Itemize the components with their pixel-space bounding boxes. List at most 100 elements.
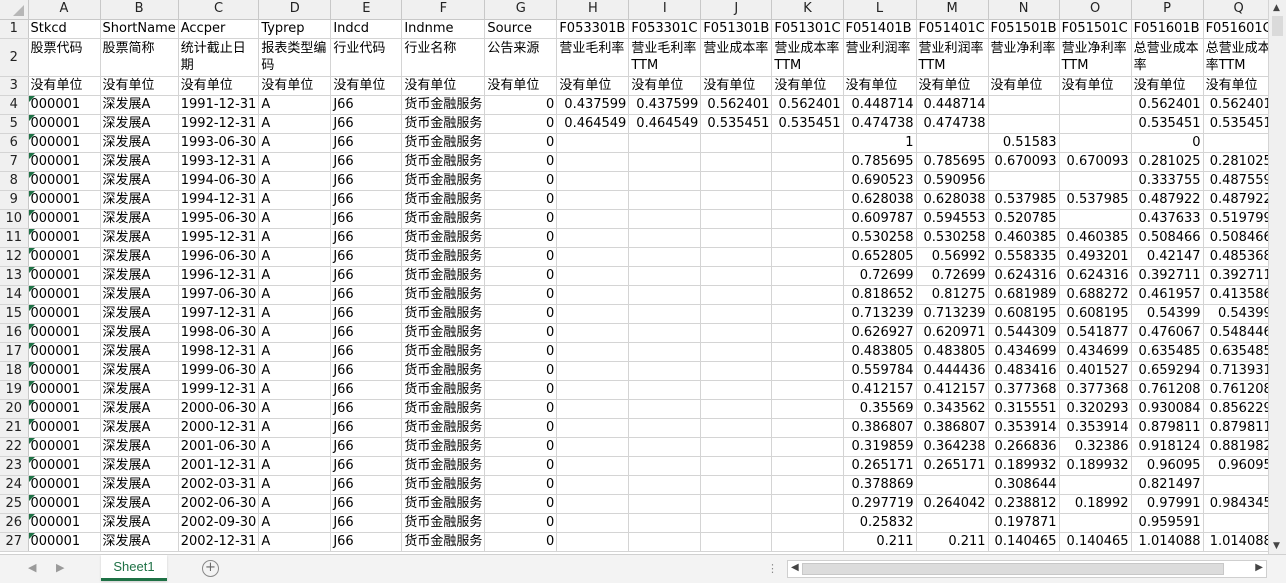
table-cell[interactable]: 货币金融服务 — [401, 323, 486, 343]
row-header[interactable]: 27 — [0, 532, 29, 552]
table-cell[interactable]: 0.189932 — [1059, 456, 1132, 476]
table-cell[interactable]: 0.96095 — [1203, 456, 1275, 476]
table-cell[interactable]: 深发展A — [100, 513, 179, 533]
row-header[interactable]: 25 — [0, 494, 29, 514]
table-cell[interactable]: J66 — [330, 323, 403, 343]
table-cell[interactable] — [628, 152, 702, 172]
table-cell[interactable]: 0.635485 — [1131, 342, 1204, 362]
table-cell[interactable] — [916, 513, 989, 533]
table-cell[interactable] — [556, 380, 630, 400]
table-cell[interactable]: 0.401527 — [1059, 361, 1132, 381]
table-cell[interactable]: 0.483416 — [988, 361, 1060, 381]
table-cell[interactable]: 0 — [484, 114, 558, 134]
table-cell[interactable] — [556, 266, 630, 286]
column-header-G[interactable]: G — [484, 0, 558, 20]
table-cell[interactable]: 000001 — [28, 285, 101, 305]
table-cell[interactable] — [700, 361, 773, 381]
table-cell[interactable]: 0.541877 — [1059, 323, 1132, 343]
table-cell[interactable] — [771, 380, 844, 400]
table-cell[interactable]: 深发展A — [100, 190, 179, 210]
table-cell[interactable] — [556, 285, 630, 305]
table-cell[interactable] — [628, 380, 702, 400]
table-cell[interactable]: A — [258, 285, 332, 305]
table-cell[interactable]: 深发展A — [100, 418, 179, 438]
table-cell[interactable]: 深发展A — [100, 437, 179, 457]
table-cell[interactable]: 0.464549 — [628, 114, 702, 134]
sheet-next-icon[interactable]: ▶ — [56, 561, 64, 574]
table-cell[interactable] — [700, 399, 773, 419]
unit-cell[interactable]: 没有单位 — [916, 76, 989, 96]
table-cell[interactable]: 深发展A — [100, 342, 179, 362]
table-cell[interactable] — [556, 342, 630, 362]
header-cell[interactable]: 营业净利率 — [988, 38, 1060, 77]
table-cell[interactable]: 0.918124 — [1131, 437, 1204, 457]
table-cell[interactable]: 0.562401 — [1131, 95, 1204, 115]
table-cell[interactable]: 0.377368 — [988, 380, 1060, 400]
table-cell[interactable]: J66 — [330, 304, 403, 324]
table-cell[interactable]: J66 — [330, 380, 403, 400]
table-cell[interactable]: 0 — [484, 513, 558, 533]
table-cell[interactable]: 0.386807 — [916, 418, 989, 438]
table-cell[interactable] — [556, 456, 630, 476]
table-cell[interactable] — [628, 361, 702, 381]
table-cell[interactable] — [771, 247, 844, 267]
table-cell[interactable]: 1995-12-31 — [178, 228, 260, 248]
table-cell[interactable]: 0.315551 — [988, 399, 1060, 419]
row-header[interactable]: 24 — [0, 475, 29, 495]
table-cell[interactable]: A — [258, 342, 332, 362]
vertical-scroll-thumb[interactable] — [1272, 16, 1283, 36]
table-cell[interactable] — [700, 418, 773, 438]
table-cell[interactable]: 000001 — [28, 95, 101, 115]
table-cell[interactable]: 0.818652 — [843, 285, 917, 305]
table-cell[interactable]: 深发展A — [100, 114, 179, 134]
table-cell[interactable]: 0.353914 — [1059, 418, 1132, 438]
table-cell[interactable]: 0.594553 — [916, 209, 989, 229]
table-cell[interactable]: 0.856229 — [1203, 399, 1275, 419]
row-header[interactable]: 6 — [0, 133, 29, 153]
unit-cell[interactable]: 没有单位 — [771, 76, 844, 96]
column-header-P[interactable]: P — [1131, 0, 1204, 20]
table-cell[interactable]: 0.238812 — [988, 494, 1060, 514]
table-cell[interactable] — [556, 437, 630, 457]
table-cell[interactable]: 0.72699 — [916, 266, 989, 286]
table-cell[interactable] — [628, 456, 702, 476]
table-cell[interactable]: 1.014088 — [1131, 532, 1204, 552]
table-cell[interactable]: 深发展A — [100, 247, 179, 267]
table-cell[interactable]: 0 — [484, 266, 558, 286]
table-cell[interactable]: 0.266836 — [988, 437, 1060, 457]
table-cell[interactable]: A — [258, 133, 332, 153]
table-cell[interactable]: 0.460385 — [1059, 228, 1132, 248]
table-cell[interactable]: 000001 — [28, 532, 101, 552]
table-cell[interactable]: 000001 — [28, 133, 101, 153]
table-cell[interactable]: 2001-06-30 — [178, 437, 260, 457]
table-cell[interactable]: 0.520785 — [988, 209, 1060, 229]
table-cell[interactable]: 货币金融服务 — [401, 266, 486, 286]
table-cell[interactable]: 0.652805 — [843, 247, 917, 267]
table-cell[interactable]: 0.713239 — [916, 304, 989, 324]
table-cell[interactable]: J66 — [330, 95, 403, 115]
table-cell[interactable] — [1059, 209, 1132, 229]
table-cell[interactable]: 0 — [484, 95, 558, 115]
table-cell[interactable]: A — [258, 304, 332, 324]
table-cell[interactable] — [628, 304, 702, 324]
table-cell[interactable]: 2000-06-30 — [178, 399, 260, 419]
table-cell[interactable]: 000001 — [28, 475, 101, 495]
header-cell[interactable]: 营业成本率TTM — [771, 38, 844, 77]
table-cell[interactable]: 1.014088 — [1203, 532, 1275, 552]
table-cell[interactable] — [771, 361, 844, 381]
column-header-L[interactable]: L — [843, 0, 917, 20]
unit-cell[interactable]: 没有单位 — [628, 76, 702, 96]
column-header-J[interactable]: J — [700, 0, 773, 20]
table-cell[interactable] — [771, 494, 844, 514]
table-cell[interactable]: 1998-12-31 — [178, 342, 260, 362]
table-cell[interactable]: 货币金融服务 — [401, 133, 486, 153]
table-cell[interactable]: 0.434699 — [988, 342, 1060, 362]
table-cell[interactable]: J66 — [330, 228, 403, 248]
table-cell[interactable]: A — [258, 228, 332, 248]
row-header[interactable]: 26 — [0, 513, 29, 533]
table-cell[interactable] — [628, 171, 702, 191]
header-cell[interactable]: F051301C — [771, 19, 844, 39]
row-header[interactable]: 19 — [0, 380, 29, 400]
table-cell[interactable]: A — [258, 399, 332, 419]
table-cell[interactable]: 0.537985 — [1059, 190, 1132, 210]
